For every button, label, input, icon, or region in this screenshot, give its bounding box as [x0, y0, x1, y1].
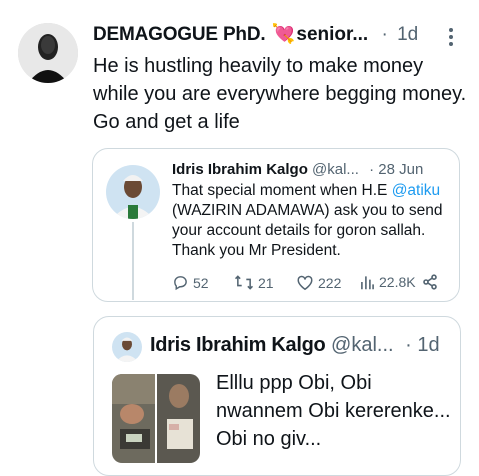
reply-button[interactable]: 52 [172, 274, 209, 291]
separator-dot: · [405, 334, 412, 356]
views-button[interactable]: 22.8K [360, 274, 416, 290]
retweet-button[interactable]: 21 [234, 274, 274, 291]
like-count: 222 [318, 274, 342, 291]
reply-icon [172, 274, 189, 291]
separator-dot: · [381, 24, 388, 45]
reply-count: 52 [193, 274, 209, 291]
quoted-text-after: (WAZIRIN ADAMAWA) ask you to send your a… [172, 202, 443, 259]
mention-link[interactable]: @atiku [392, 182, 440, 199]
quoted-2-author-name[interactable]: Idris Ibrahim Kalgo [150, 334, 326, 356]
quoted-2-author-handle[interactable]: @kal... [331, 334, 394, 356]
heart-icon [296, 274, 314, 291]
media-thumbnail[interactable] [112, 374, 200, 463]
share-icon [422, 274, 438, 290]
quoted-tweet-2-header: Idris Ibrahim Kalgo @kal... · 1d [150, 334, 460, 357]
quoted-author-avatar[interactable] [106, 165, 160, 219]
share-button[interactable] [422, 274, 438, 290]
quoted-2-time[interactable]: 1d [417, 334, 439, 356]
separator-dot: · [369, 161, 375, 178]
quoted-tweet-time[interactable]: 28 Jun [378, 161, 423, 178]
media-image-left [112, 374, 155, 463]
views-count: 22.8K [379, 274, 416, 290]
quoted-tweet-header: Idris Ibrahim Kalgo @kal... · 28 Jun [172, 161, 460, 178]
retweet-count: 21 [258, 274, 274, 291]
more-vertical-icon[interactable] [446, 25, 456, 49]
quoted-author-name[interactable]: Idris Ibrahim Kalgo [172, 161, 308, 178]
quoted-tweet-text: That special moment when H.E @atiku (WAZ… [172, 181, 457, 261]
main-author-avatar[interactable] [18, 23, 78, 83]
main-tweet-time[interactable]: 1d [397, 24, 418, 45]
views-chart-icon [360, 274, 375, 290]
quoted-author-avatar-2[interactable] [112, 332, 142, 362]
quoted-author-handle[interactable]: @kal... [312, 161, 359, 178]
media-image-right [157, 374, 200, 463]
tweet-actions: 52 21 222 22.8K [172, 274, 460, 294]
quoted-tweet-2-text: Elllu ppp Obi, Obi nwannem Obi kererenke… [216, 372, 451, 450]
retweet-icon [234, 274, 254, 291]
quoted-text-before: That special moment when H.E [172, 182, 392, 199]
heart-emoji: 💘 [271, 24, 296, 45]
thread-line [132, 222, 134, 300]
main-author-name[interactable]: DEMAGOGUE PhD. [93, 24, 266, 45]
main-tweet-text: He is hustling heavily to make money whi… [93, 55, 467, 133]
main-tweet-header: DEMAGOGUE PhD. 💘senior... · 1d [93, 22, 473, 50]
main-author-suffix[interactable]: senior... [296, 24, 368, 45]
like-button[interactable]: 222 [296, 274, 341, 291]
